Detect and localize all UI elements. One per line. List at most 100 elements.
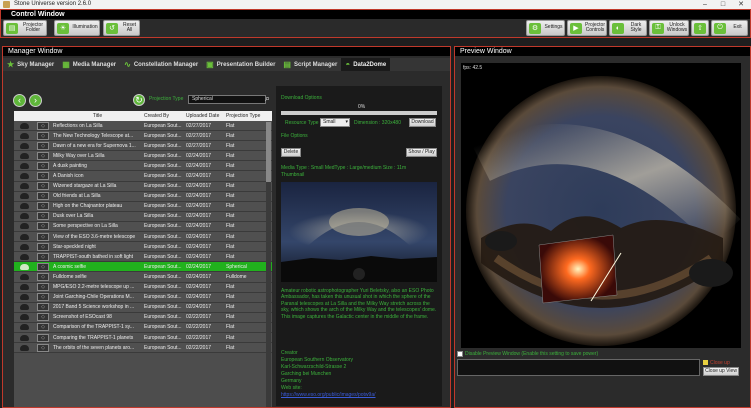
table-row[interactable]: ◇ Some perspective on La Silla European So… bbox=[14, 221, 272, 233]
resource-type-select[interactable]: Small ▾ bbox=[320, 118, 350, 127]
tab-presentation-builder[interactable]: ▣ Presentation Builder bbox=[202, 58, 279, 71]
table-row[interactable]: ◇ Comparing the TRAPPIST-1 planets Europea… bbox=[14, 332, 272, 344]
delete-button[interactable]: Delete bbox=[281, 148, 301, 157]
tab-constellation-manager[interactable]: ∿ Constellation Manager bbox=[120, 58, 202, 71]
column-created-by[interactable]: Created By bbox=[142, 113, 184, 119]
download-cloud-icon[interactable] bbox=[14, 223, 35, 230]
thumbnail-icon: ◇ bbox=[35, 242, 51, 251]
unlock-windows-button[interactable]: ⚿ Unlock Windows bbox=[649, 20, 689, 36]
table-row[interactable]: ◇ Dusk over La Silla European Sout... 02/24… bbox=[14, 211, 272, 222]
download-cloud-icon[interactable] bbox=[14, 294, 35, 301]
download-cloud-icon[interactable] bbox=[14, 233, 35, 240]
row-projection-type: Flat bbox=[226, 183, 235, 190]
download-cloud-icon[interactable] bbox=[14, 253, 35, 260]
table-row[interactable]: ◇ Dawn of a new era for Supernova 1... Eur… bbox=[14, 141, 272, 152]
download-cloud-icon[interactable] bbox=[14, 273, 35, 280]
download-cloud-icon[interactable] bbox=[14, 324, 35, 331]
download-cloud-icon[interactable] bbox=[14, 314, 35, 321]
download-cloud-icon[interactable] bbox=[14, 284, 35, 291]
projection-type-input[interactable]: Spherical bbox=[188, 95, 266, 104]
sun-icon: ☀ bbox=[57, 22, 69, 34]
reset-all-button[interactable]: ↺ Reset All bbox=[103, 20, 140, 36]
scrollbar-thumb[interactable] bbox=[266, 122, 271, 182]
tab-data2dome[interactable]: ◓ Data2Dome bbox=[341, 58, 391, 71]
fps-text: fps: 42.5 bbox=[463, 65, 482, 71]
download-cloud-icon[interactable] bbox=[14, 142, 35, 149]
table-row[interactable]: ◇ A dusk painting European Sout... 02/24/20… bbox=[14, 161, 272, 172]
thumbnail-icon: ◇ bbox=[35, 192, 51, 201]
download-cloud-icon[interactable] bbox=[14, 334, 35, 341]
download-cloud-icon[interactable] bbox=[14, 203, 35, 210]
download-cloud-icon[interactable] bbox=[14, 152, 35, 159]
settings-button[interactable]: ⚙ Settings bbox=[526, 20, 565, 36]
download-cloud-icon[interactable] bbox=[14, 243, 35, 250]
table-row[interactable]: ◇ Milky Way over La Silla European Sout...… bbox=[14, 151, 272, 162]
minimize-icon[interactable]: – bbox=[696, 0, 714, 9]
dome-preview[interactable]: fps: 42.5 bbox=[461, 63, 741, 348]
table-row[interactable]: ◇ Wizened stargaze at La Silla European So… bbox=[14, 181, 272, 192]
table-row[interactable]: ◇ Comparison of the TRAPPIST-1 sy... Europ… bbox=[14, 322, 272, 333]
column-projection-type[interactable]: Projection Type bbox=[222, 113, 262, 119]
close-up-toggle-icon[interactable] bbox=[703, 360, 708, 365]
table-row[interactable]: ◇ Fulldome selfie European Sout... 02/24/20… bbox=[14, 272, 272, 283]
tab-media-manager[interactable]: ▦ Media Manager bbox=[58, 58, 120, 71]
thumbnail-icon: ◇ bbox=[35, 313, 51, 322]
table-row[interactable]: ◇ Joint Garching-Chile Operations M... Eur… bbox=[14, 292, 272, 303]
show-play-button[interactable]: Show / Play bbox=[406, 148, 437, 157]
close-up-view-button[interactable]: Close up View bbox=[703, 367, 739, 376]
disable-preview-checkbox[interactable] bbox=[457, 351, 463, 357]
table-row[interactable]: ◇ Star-speckled night European Sout... 02/2… bbox=[14, 242, 272, 253]
table-row[interactable]: ◇ MPG/ESO 2.2-metre telescope up ... Europ… bbox=[14, 282, 272, 293]
thumbnail-icon: ◇ bbox=[35, 131, 51, 140]
download-cloud-icon[interactable] bbox=[14, 263, 35, 270]
progress-bar bbox=[281, 111, 437, 115]
file-options-title: File Options bbox=[281, 133, 308, 139]
dark-style-button[interactable]: ◐ Dark Style bbox=[609, 20, 647, 36]
download-cloud-icon[interactable] bbox=[14, 173, 35, 180]
column-title[interactable]: Title bbox=[51, 113, 142, 119]
table-row[interactable]: ◇ 2017 Band 5 Science workshop in ... Euro… bbox=[14, 302, 272, 313]
upload-button[interactable]: ⇧ bbox=[691, 20, 709, 36]
download-cloud-icon[interactable] bbox=[14, 193, 35, 200]
download-cloud-icon[interactable] bbox=[14, 122, 35, 129]
tab-sky-manager[interactable]: ★ Sky Manager bbox=[3, 58, 58, 71]
label: Exit bbox=[733, 24, 742, 31]
download-cloud-icon[interactable] bbox=[14, 132, 35, 139]
illumination-button[interactable]: ☀ Illumination bbox=[54, 20, 100, 36]
close-icon[interactable]: ✕ bbox=[732, 0, 750, 9]
row-title: Screenshot of ESOcast 98 bbox=[53, 314, 112, 321]
download-cloud-icon[interactable] bbox=[14, 183, 35, 190]
table-row[interactable]: ◇ High on the Chajnantor plateau European … bbox=[14, 201, 272, 212]
tab-script-manager[interactable]: ▤ Script Manager bbox=[279, 58, 341, 71]
exit-icon: ⏻ bbox=[714, 22, 726, 34]
maximize-icon[interactable]: □ bbox=[714, 0, 732, 9]
download-button[interactable]: Download bbox=[409, 118, 436, 127]
table-row[interactable]: ◇ View of the ESO 3.6-metre telescope Euro… bbox=[14, 232, 272, 243]
table-row[interactable]: ◇ Reflections on La Silla European Sout...… bbox=[14, 121, 272, 132]
back-button[interactable]: ‹ bbox=[13, 94, 26, 107]
projector-controls-button[interactable]: ▶ Projector Controls bbox=[567, 20, 607, 36]
website-link[interactable]: https://www.eso.org/public/images/potw9a… bbox=[281, 392, 376, 398]
table-scrollbar[interactable] bbox=[266, 122, 271, 407]
download-cloud-icon[interactable] bbox=[14, 162, 35, 169]
table-row[interactable]: ◇ A Danish icon European Sout... 02/24/2017… bbox=[14, 171, 272, 182]
table-row[interactable]: ◇ A cosmic selfie European Sout... 02/24/20… bbox=[14, 262, 272, 273]
thumbnail-icon: ◇ bbox=[35, 272, 51, 281]
download-cloud-icon[interactable] bbox=[14, 344, 35, 351]
download-cloud-icon[interactable] bbox=[14, 304, 35, 311]
refresh-button[interactable]: ↻ bbox=[133, 94, 145, 106]
row-uploaded-date: 02/24/2017 bbox=[186, 162, 212, 169]
row-created-by: European Sout... bbox=[144, 314, 182, 321]
table-row[interactable]: ◇ Screenshot of ESOcast 98 European Sout..… bbox=[14, 312, 272, 323]
exit-button[interactable]: ⏻ Exit bbox=[711, 20, 748, 36]
table-row[interactable]: ◇ TRAPPIST-south bathed in soft light Euro… bbox=[14, 252, 272, 263]
table-row[interactable]: ◇ The New Technology Telescope at... Europ… bbox=[14, 131, 272, 142]
download-cloud-icon[interactable] bbox=[14, 213, 35, 220]
search-icon[interactable]: ⌕ bbox=[265, 93, 270, 104]
column-uploaded-date[interactable]: Uploaded Date bbox=[184, 113, 222, 119]
row-created-by: European Sout... bbox=[144, 122, 182, 129]
forward-button[interactable]: › bbox=[29, 94, 42, 107]
table-row[interactable]: ◇ Old friends at La Silla European Sout...… bbox=[14, 191, 272, 202]
projector-folder-button[interactable]: ▤ Projector Folder bbox=[3, 20, 47, 36]
table-row[interactable]: ◇ The orbits of the seven planets aro... E… bbox=[14, 343, 272, 354]
